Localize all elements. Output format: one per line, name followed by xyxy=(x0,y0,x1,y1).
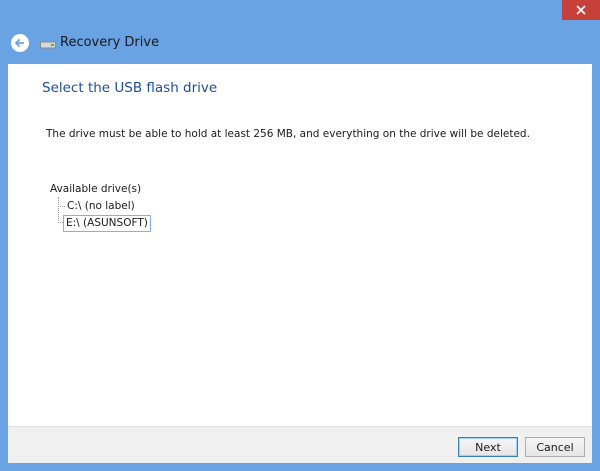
window-border xyxy=(0,463,600,471)
page-heading: Select the USB flash drive xyxy=(42,80,218,96)
tree-connector xyxy=(58,206,65,207)
drives-tree-root: Available drive(s) xyxy=(50,183,142,195)
cancel-button[interactable]: Cancel xyxy=(525,437,585,457)
next-button[interactable]: Next xyxy=(458,437,518,457)
close-button[interactable] xyxy=(562,0,600,20)
tree-connector xyxy=(58,197,59,223)
window-title: Recovery Drive xyxy=(60,35,160,50)
content-panel: Select the USB flash drive The drive mus… xyxy=(8,64,592,426)
drive-item-c[interactable]: C:\ (no label) xyxy=(65,199,137,214)
drive-icon xyxy=(40,41,56,49)
back-arrow-icon xyxy=(14,38,24,48)
title-bar: Recovery Drive xyxy=(0,22,600,64)
drive-item-e[interactable]: E:\ (ASUNSOFT) xyxy=(63,215,151,232)
page-description: The drive must be able to hold at least … xyxy=(46,128,530,140)
back-button[interactable] xyxy=(11,34,29,52)
button-bar: Next Cancel xyxy=(8,426,592,463)
close-icon xyxy=(576,5,586,15)
recovery-drive-window: Recovery Drive Select the USB flash driv… xyxy=(0,0,600,471)
